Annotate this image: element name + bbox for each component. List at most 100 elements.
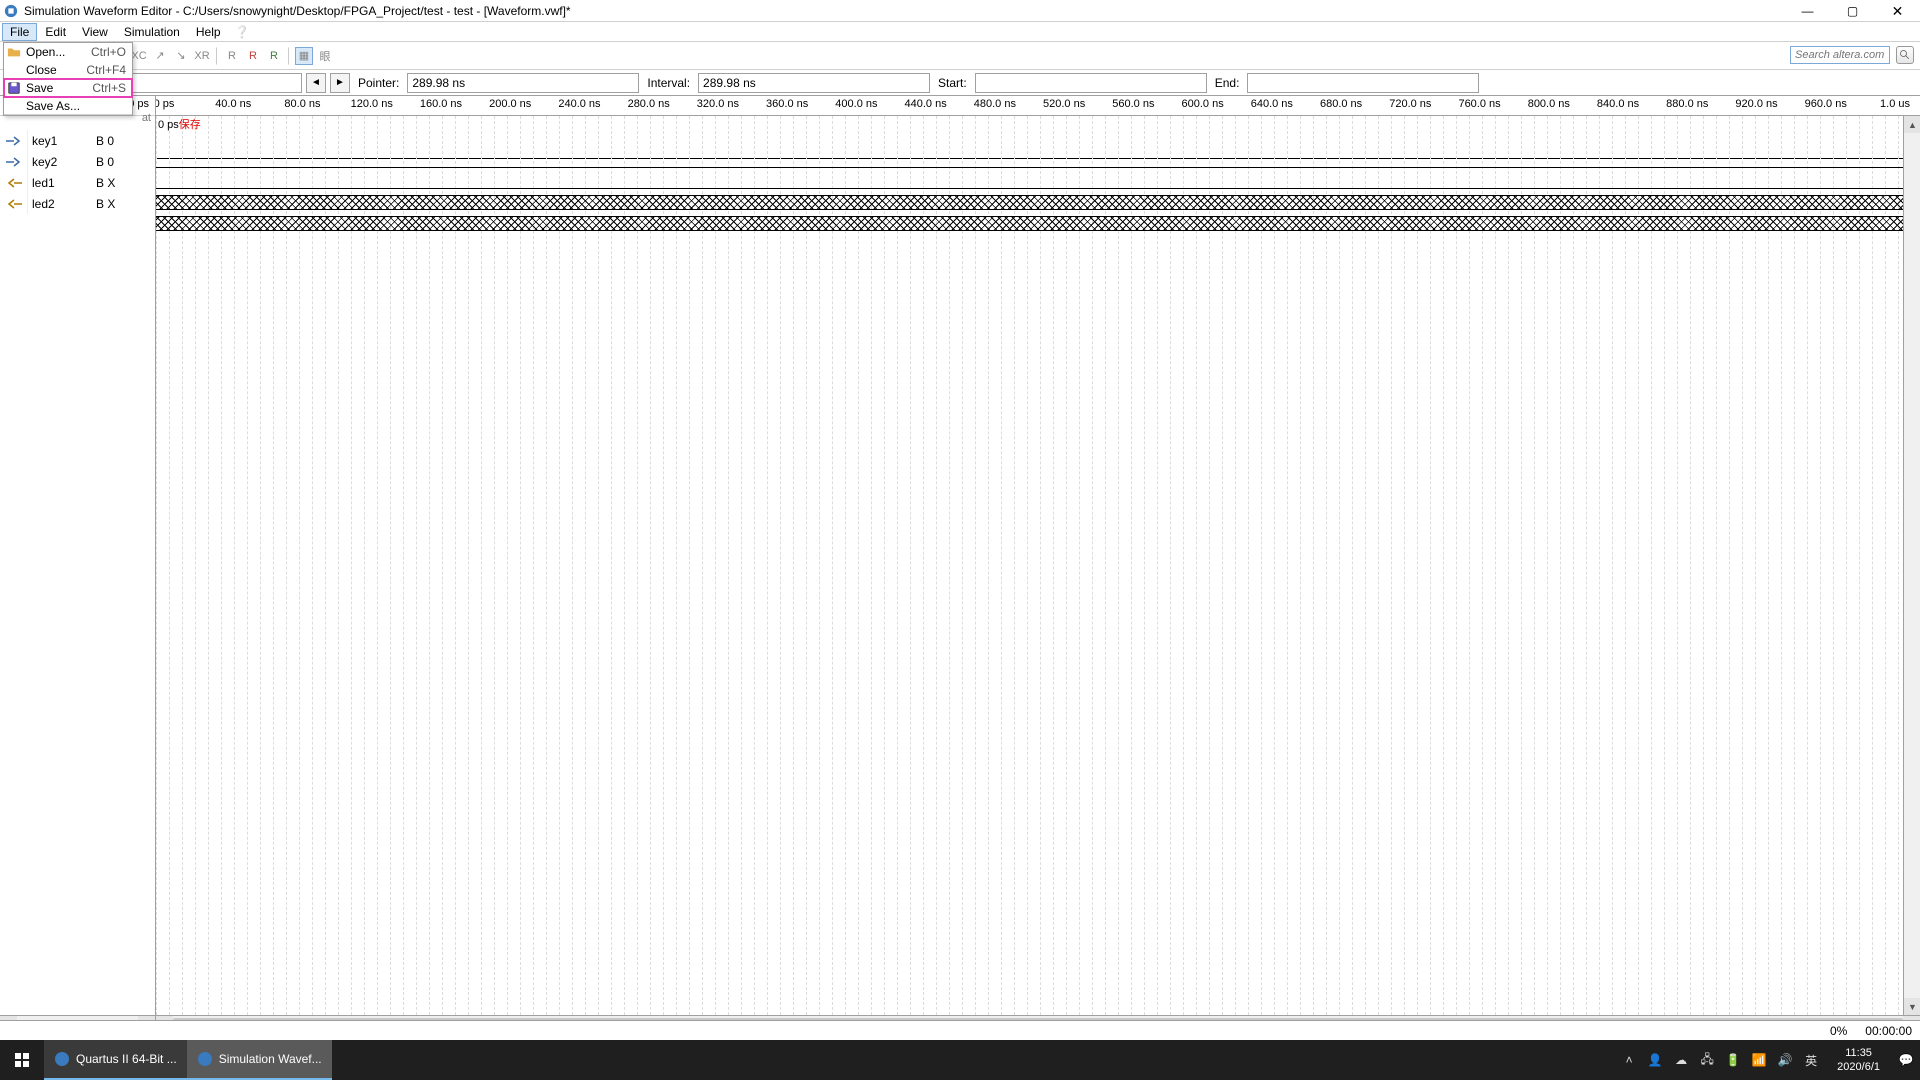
- tb-grid-icon[interactable]: ▦: [295, 47, 313, 65]
- grid-line: [1118, 116, 1119, 1015]
- grid-line: [312, 116, 313, 1015]
- tb-r2-icon[interactable]: R: [244, 47, 262, 65]
- wave-low: [156, 167, 1920, 168]
- tb-x1-icon[interactable]: ↗: [151, 47, 169, 65]
- grid-line: [416, 116, 417, 1015]
- grid-line: [1170, 116, 1171, 1015]
- grid-line: [1417, 116, 1418, 1015]
- taskbar-app-waveform[interactable]: Simulation Wavef...: [187, 1040, 332, 1080]
- start-input[interactable]: [975, 73, 1207, 93]
- vscroll-down-icon[interactable]: ▼: [1904, 998, 1920, 1015]
- grid-line: [1287, 116, 1288, 1015]
- ruler-tick: 560.0 ns: [1112, 98, 1154, 110]
- help-icon[interactable]: ❔: [235, 25, 250, 39]
- grid-line: [1560, 116, 1561, 1015]
- tb-x2-icon[interactable]: ↘: [172, 47, 190, 65]
- end-label: End:: [1211, 76, 1244, 90]
- grid-line: [351, 116, 352, 1015]
- tray-ime[interactable]: 英: [1803, 1052, 1819, 1068]
- grid-line: [286, 116, 287, 1015]
- grid-line: [1781, 116, 1782, 1015]
- tb-r1-icon[interactable]: R: [223, 47, 241, 65]
- taskbar-clock[interactable]: 11:35 2020/6/1: [1829, 1046, 1888, 1074]
- signal-row[interactable]: key1B 0: [0, 130, 155, 151]
- ruler-tick: 760.0 ns: [1458, 98, 1500, 110]
- signal-pane: 0 ps at key1B 0key2B 0led1B Xled2B X: [0, 96, 156, 1032]
- close-button[interactable]: [1875, 0, 1920, 22]
- signal-table[interactable]: key1B 0key2B 0led1B Xled2B X: [0, 130, 155, 1015]
- grid-line: [468, 116, 469, 1015]
- grid-line: [988, 116, 989, 1015]
- menu-help[interactable]: Help: [188, 23, 229, 41]
- tb-eye-icon[interactable]: 眼: [316, 47, 334, 65]
- grid-line: [949, 116, 950, 1015]
- tray-network-icon[interactable]: 🖧: [1699, 1052, 1715, 1068]
- output-signal-icon: [0, 193, 28, 214]
- ruler-tick: 280.0 ns: [628, 98, 670, 110]
- nav-prev-button[interactable]: ◄: [306, 73, 326, 93]
- grid-line: [1664, 116, 1665, 1015]
- signal-row[interactable]: led1B X: [0, 172, 155, 193]
- grid-line: [1144, 116, 1145, 1015]
- left-head-at: at: [142, 112, 151, 124]
- tray-onedrive-icon[interactable]: ☁: [1673, 1052, 1689, 1068]
- taskbar-app-quartus[interactable]: Quartus II 64-Bit ...: [44, 1040, 187, 1080]
- signal-row[interactable]: key2B 0: [0, 151, 155, 172]
- ruler-tick: 160.0 ns: [420, 98, 462, 110]
- search-button[interactable]: [1896, 46, 1914, 64]
- grid-line: [1352, 116, 1353, 1015]
- menu-shortcut: Ctrl+S: [92, 81, 126, 95]
- grid-line: [1300, 116, 1301, 1015]
- menu-file[interactable]: File: [2, 23, 37, 41]
- menu-view[interactable]: View: [74, 23, 116, 41]
- tray-people-icon[interactable]: 👤: [1647, 1052, 1663, 1068]
- tb-r3-icon[interactable]: R: [265, 47, 283, 65]
- wave-row: [156, 213, 1920, 234]
- minimize-button[interactable]: [1785, 0, 1830, 22]
- tray-chevron-up-icon[interactable]: ˄: [1621, 1052, 1637, 1068]
- ruler-tick: 120.0 ns: [351, 98, 393, 110]
- search-input[interactable]: [1790, 46, 1890, 64]
- menu-item-close[interactable]: CloseCtrl+F4: [4, 61, 132, 79]
- start-button[interactable]: [0, 1040, 44, 1080]
- menu-bar: File Edit View Simulation Help ❔: [0, 22, 1920, 42]
- pointer-input[interactable]: [407, 73, 639, 93]
- tray-notifications-icon[interactable]: 💬: [1898, 1052, 1914, 1068]
- grid-line: [195, 116, 196, 1015]
- menu-edit[interactable]: Edit: [37, 23, 74, 41]
- interval-input[interactable]: [698, 73, 930, 93]
- time-ruler[interactable]: 0 ps40.0 ns80.0 ns120.0 ns160.0 ns200.0 …: [156, 96, 1920, 116]
- grid-line: [182, 116, 183, 1015]
- output-signal-icon: [0, 172, 28, 193]
- menu-item-save-as-[interactable]: Save As...: [4, 97, 132, 115]
- signal-row[interactable]: led2B X: [0, 193, 155, 214]
- menu-item-save[interactable]: SaveCtrl+S: [4, 79, 132, 97]
- wave-vscroll[interactable]: ▲ ▼: [1903, 116, 1920, 1015]
- grid-line: [1430, 116, 1431, 1015]
- tb-xr-icon[interactable]: XR: [193, 47, 211, 65]
- grid-line: [1365, 116, 1366, 1015]
- vscroll-up-icon[interactable]: ▲: [1904, 116, 1920, 133]
- grid-line: [1508, 116, 1509, 1015]
- end-input[interactable]: [1247, 73, 1479, 93]
- tray-battery-icon[interactable]: 🔋: [1725, 1052, 1741, 1068]
- grid-line: [1053, 116, 1054, 1015]
- menu-simulation[interactable]: Simulation: [116, 23, 188, 41]
- grid-line: [390, 116, 391, 1015]
- wave-row: [156, 192, 1920, 213]
- nav-next-button[interactable]: ►: [330, 73, 350, 93]
- waveform-canvas[interactable]: [156, 116, 1920, 1015]
- grid-line: [793, 116, 794, 1015]
- grid-line: [845, 116, 846, 1015]
- grid-line: [1378, 116, 1379, 1015]
- maximize-button[interactable]: [1830, 0, 1875, 22]
- taskbar: Quartus II 64-Bit ... Simulation Wavef..…: [0, 1040, 1920, 1080]
- menu-item-open-[interactable]: Open...Ctrl+O: [4, 43, 132, 61]
- signal-name: led1: [28, 176, 92, 190]
- clock-time: 11:35: [1837, 1046, 1880, 1060]
- grid-line: [1456, 116, 1457, 1015]
- tray-volume-icon[interactable]: 🔊: [1777, 1052, 1793, 1068]
- quartus-icon: [54, 1051, 70, 1067]
- tray-wifi-icon[interactable]: 📶: [1751, 1052, 1767, 1068]
- start-label: Start:: [934, 76, 971, 90]
